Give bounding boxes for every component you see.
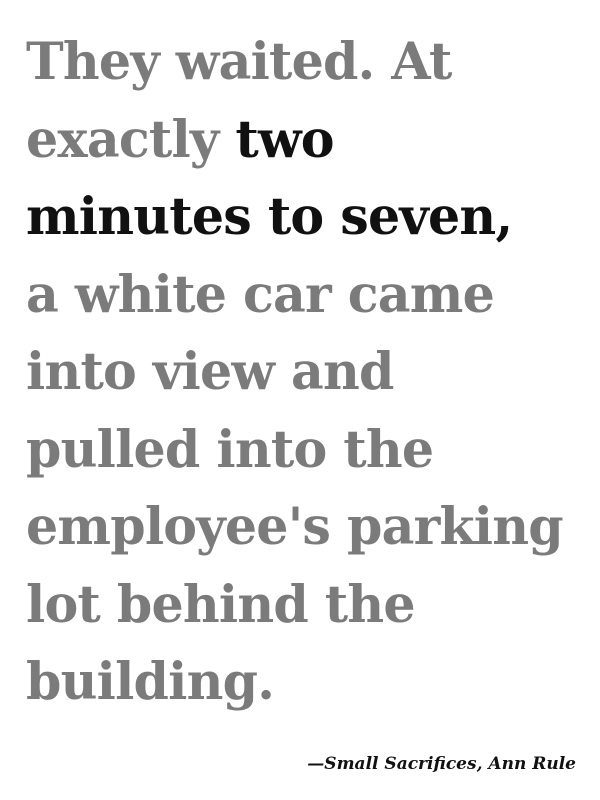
quote-emphasis: minutes to seven,: [26, 187, 513, 247]
quote-line: They waited. At: [26, 24, 582, 102]
quote-line: building.: [26, 644, 582, 722]
quote-line: employee's parking: [26, 489, 582, 567]
quote-text: They waited. At exactly two minutes to s…: [26, 24, 586, 722]
quote-card: They waited. At exactly two minutes to s…: [0, 0, 600, 800]
attribution: —Small Sacrifices, Ann Rule: [307, 754, 576, 774]
quote-segment: building.: [26, 652, 275, 712]
quote-line: into view and: [26, 334, 582, 412]
quote-emphasis: two: [235, 109, 334, 170]
quote-segment: lot behind the: [26, 574, 416, 635]
quote-segment: exactly: [26, 109, 236, 170]
quote-line: a white car came: [26, 257, 582, 335]
quote-line: lot behind the: [26, 567, 582, 645]
quote-line: pulled into the: [26, 412, 582, 490]
quote-line: minutes to seven,: [26, 179, 582, 257]
quote-segment: a white car came: [26, 264, 495, 325]
quote-segment: employee's parking: [26, 497, 564, 557]
quote-line: exactly two: [26, 102, 582, 180]
quote-segment: pulled into the: [26, 419, 434, 480]
quote-segment: into view and: [26, 342, 394, 402]
quote-segment: They waited. At: [26, 32, 452, 92]
